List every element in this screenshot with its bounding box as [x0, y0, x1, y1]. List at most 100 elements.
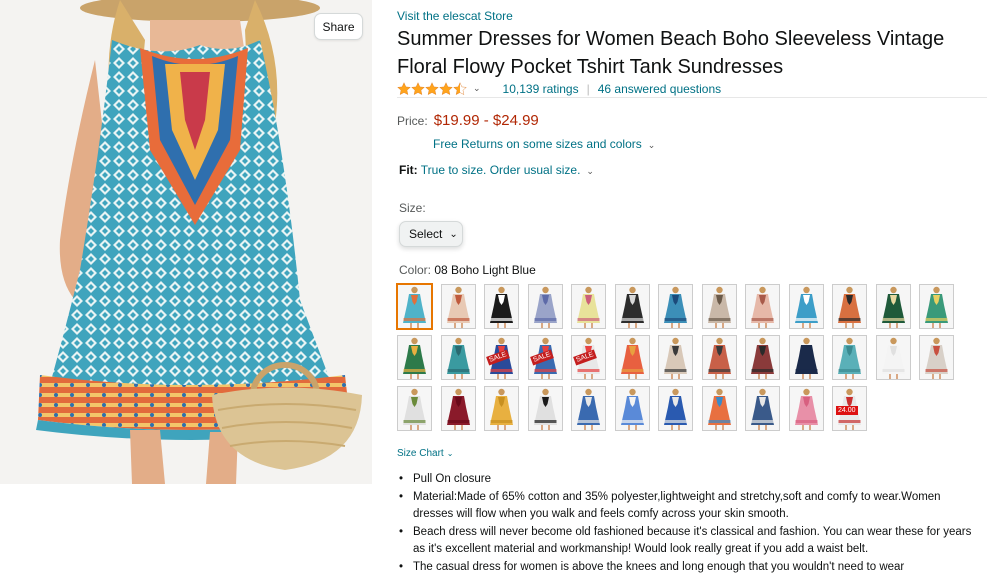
dress-thumbnail-icon	[876, 285, 910, 328]
color-swatch[interactable]: SALE	[527, 335, 563, 380]
price-row: Price: $19.99 - $24.99	[397, 112, 539, 129]
fit-info: Fit: True to size. Order usual size. ⌄	[399, 163, 594, 177]
store-link[interactable]: Visit the elescat Store	[397, 9, 513, 23]
dress-thumbnail-icon	[615, 336, 649, 379]
dress-thumbnail-icon	[746, 285, 779, 328]
color-swatch[interactable]: SALE	[484, 335, 519, 380]
color-value: 08 Boho Light Blue	[434, 263, 536, 277]
color-swatch[interactable]	[440, 386, 476, 431]
dress-thumbnail-icon	[789, 387, 823, 430]
color-swatch-grid: SALE SALE SALE 24.00	[397, 284, 954, 431]
dress-thumbnail-icon	[441, 285, 475, 328]
size-chart-label: Size Chart	[397, 448, 444, 459]
product-title: Summer Dresses for Women Beach Boho Slee…	[397, 28, 945, 78]
dress-thumbnail-icon	[920, 336, 953, 379]
color-swatch[interactable]	[788, 335, 824, 380]
feature-bullet: Material:Made of 65% cotton and 35% poly…	[399, 489, 973, 524]
color-swatch[interactable]	[832, 284, 867, 329]
dress-thumbnail-icon	[615, 387, 649, 430]
dress-thumbnail-icon	[702, 387, 736, 430]
color-swatch[interactable]	[440, 284, 476, 329]
color-swatch[interactable]	[571, 284, 606, 329]
product-main-image[interactable]: Share	[0, 0, 372, 484]
color-swatch[interactable]	[527, 284, 563, 329]
dress-thumbnail-icon	[441, 387, 475, 430]
dress-thumbnail-icon	[789, 336, 823, 379]
color-swatch[interactable]	[745, 386, 780, 431]
star-rating[interactable]	[397, 81, 467, 96]
dress-thumbnail-icon	[833, 285, 866, 328]
dress-thumbnail-icon	[833, 336, 866, 379]
color-swatch[interactable]	[832, 335, 867, 380]
color-swatch[interactable]	[658, 284, 693, 329]
dress-thumbnail-icon	[876, 336, 910, 379]
color-swatch[interactable]	[397, 386, 432, 431]
dress-thumbnail-icon	[659, 336, 692, 379]
color-swatch[interactable]	[440, 335, 476, 380]
dress-thumbnail-icon	[398, 387, 431, 430]
color-swatch[interactable]	[614, 335, 650, 380]
color-swatch[interactable]	[788, 386, 824, 431]
color-swatch[interactable]	[658, 335, 693, 380]
dress-thumbnail-icon	[398, 336, 431, 379]
size-chart-link[interactable]: Size Chart ⌄	[397, 448, 453, 459]
free-returns-link[interactable]: Free Returns on some sizes and colors ⌄	[433, 137, 655, 151]
feature-bullet: Pull On closure	[399, 471, 973, 489]
dress-thumbnail-icon	[659, 387, 692, 430]
color-swatch[interactable]	[397, 284, 432, 329]
chevron-down-icon[interactable]: ⌄	[586, 166, 594, 176]
rating-row: ⌄ 10,139 ratings | 46 answered questions	[397, 80, 987, 98]
dress-thumbnail-icon	[441, 336, 475, 379]
star-icon	[397, 81, 411, 95]
free-returns-label: Free Returns on some sizes and colors	[433, 137, 642, 151]
fit-text-link[interactable]: True to size. Order usual size.	[421, 163, 581, 177]
color-swatch[interactable]	[658, 386, 693, 431]
color-swatch[interactable]	[919, 335, 954, 380]
color-swatch[interactable]	[527, 386, 563, 431]
star-icon	[411, 81, 425, 95]
color-swatch[interactable]	[875, 335, 911, 380]
color-swatch[interactable]	[919, 284, 954, 329]
dress-thumbnail-icon	[485, 285, 518, 328]
dress-thumbnail-icon	[398, 285, 431, 328]
ratings-count-link[interactable]: 10,139 ratings	[503, 82, 579, 96]
size-select-value: Select	[409, 227, 443, 241]
color-label-row: Color: 08 Boho Light Blue	[399, 263, 536, 277]
color-swatch[interactable]: 24.00	[832, 386, 867, 431]
dress-thumbnail-icon	[572, 387, 605, 430]
chevron-down-icon[interactable]: ⌄	[473, 83, 481, 94]
feature-bullets: Pull On closure Material:Made of 65% cot…	[399, 471, 973, 576]
color-swatch[interactable]	[701, 335, 737, 380]
size-label: Size:	[399, 201, 426, 215]
color-swatch[interactable]	[397, 335, 432, 380]
color-swatch[interactable]	[484, 284, 519, 329]
color-swatch[interactable]	[571, 386, 606, 431]
color-swatch[interactable]	[701, 386, 737, 431]
share-button[interactable]: Share	[314, 13, 363, 40]
price-value: $19.99 - $24.99	[433, 112, 539, 129]
answered-questions-link[interactable]: 46 answered questions	[598, 82, 721, 96]
color-swatch[interactable]: SALE	[571, 335, 606, 380]
color-swatch[interactable]	[614, 386, 650, 431]
chevron-down-icon: ⌄	[647, 140, 656, 150]
dress-thumbnail-icon	[702, 285, 736, 328]
star-half-icon	[453, 81, 467, 95]
star-icon	[425, 81, 439, 95]
color-swatch[interactable]	[745, 284, 780, 329]
fit-label: Fit:	[399, 163, 418, 177]
feature-bullet: The casual dress for women is above the …	[399, 559, 973, 576]
color-swatch[interactable]	[745, 335, 780, 380]
separator: |	[586, 81, 590, 96]
dress-thumbnail-icon	[789, 285, 823, 328]
color-swatch[interactable]	[701, 284, 737, 329]
color-swatch[interactable]	[614, 284, 650, 329]
color-swatch[interactable]	[484, 386, 519, 431]
price-label: Price:	[397, 114, 428, 128]
dress-thumbnail-icon	[485, 387, 518, 430]
star-icon	[439, 81, 453, 95]
dress-thumbnail-icon	[528, 387, 562, 430]
chevron-down-icon: ⌄	[446, 449, 454, 458]
color-swatch[interactable]	[875, 284, 911, 329]
color-swatch[interactable]	[788, 284, 824, 329]
size-select[interactable]: Select ⌄	[399, 221, 463, 247]
